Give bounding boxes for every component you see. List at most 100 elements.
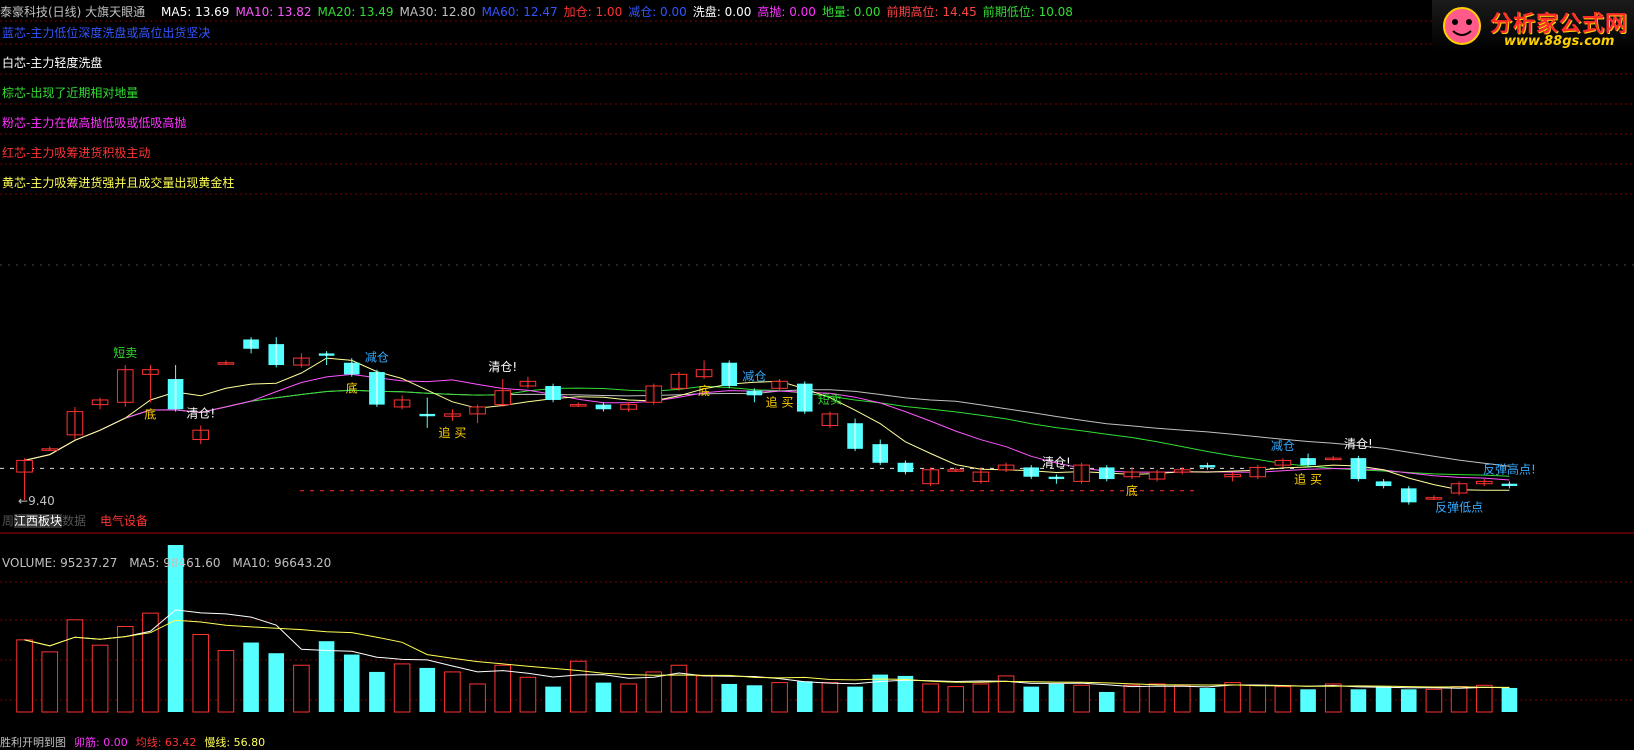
volume-bar [1324, 683, 1342, 713]
volume-bar [293, 664, 310, 713]
header-indicator: MA5: 13.69 [161, 5, 230, 19]
header-indicator: 洗盘: 0.00 [692, 5, 752, 19]
candle-core [904, 462, 907, 473]
header-indicator: MA20: 13.49 [317, 5, 394, 19]
candle-core [1332, 458, 1335, 460]
volume-bar [469, 683, 486, 713]
candle-core [753, 390, 756, 396]
chart-annotation: 追 买 [766, 395, 794, 410]
volume-bar [268, 653, 285, 712]
volume-ma5: MA5: 98461.60 [129, 556, 221, 570]
candle-core [476, 406, 479, 414]
chart-annotation: 减仓 [1271, 439, 1295, 453]
candle-core [1105, 467, 1108, 480]
logo-url: www.88gs.com [1504, 34, 1615, 49]
volume-bar [1501, 687, 1518, 712]
volume-bar [746, 685, 763, 712]
header-indicator: 加仓: 1.00 [563, 5, 623, 19]
chart-annotation: 追 买 [439, 425, 467, 440]
volume-bar [192, 634, 210, 713]
chart-annotation: 反弹高点! [1483, 461, 1536, 476]
sector-label-b[interactable]: 电气设备 [100, 512, 148, 529]
volume-bar [1300, 689, 1316, 712]
volume-bar [1375, 686, 1392, 712]
candle-core [803, 383, 806, 412]
volume-bar [369, 671, 385, 712]
bottom-indicator: 均线: 63.42 [135, 736, 197, 749]
chart-annotation: 底 [346, 381, 358, 396]
header-indicator: 减仓: 0.00 [628, 5, 687, 19]
candle-core [174, 379, 177, 410]
volume-bar [444, 671, 461, 713]
volume-bar [519, 676, 537, 713]
chart-annotation: 反弹低点 [1435, 500, 1483, 514]
legend-line: 蓝芯-主力低位深度洗盘或高位出货坚决 [2, 26, 211, 40]
volume-bar [1023, 686, 1040, 712]
candle-core [250, 339, 253, 349]
volume-bar [1400, 689, 1417, 712]
candle-core [979, 472, 982, 482]
candle-core [1508, 483, 1511, 487]
site-logo: 分析家公式网 www.88gs.com [1432, 0, 1634, 52]
candle-core [1281, 460, 1284, 466]
volume-bar [243, 642, 259, 712]
candle-core [1005, 465, 1008, 470]
candle-core [1130, 472, 1133, 477]
candle-core [124, 369, 127, 403]
chart-annotation: 清仓! [1042, 455, 1071, 469]
volume-bar [1350, 689, 1367, 712]
volume-bar [1274, 686, 1292, 713]
volume-ma10: MA10: 96643.20 [232, 556, 332, 570]
volume-bar [947, 686, 965, 713]
legend-line: 红芯-主力吸筹进货积极主动 [2, 146, 151, 160]
volume-bar [1199, 687, 1216, 712]
candle-core [1206, 465, 1209, 468]
volume-bar [217, 650, 235, 713]
chart-annotation: 底 [144, 406, 156, 421]
candle-core [48, 448, 51, 451]
candle-core [501, 390, 504, 405]
legend-line: 白芯-主力轻度洗盘 [2, 56, 103, 70]
candle-core [929, 469, 932, 484]
candle-core [778, 381, 781, 389]
low-price-label: ←9.40 [18, 494, 55, 508]
volume-bar [142, 612, 159, 713]
candle-core [1407, 488, 1410, 503]
sector-a-name[interactable]: 江西板块 [14, 514, 63, 528]
candle-core [1030, 467, 1033, 477]
candle-core [1055, 476, 1058, 480]
candle-core [1231, 474, 1234, 477]
candle-core [1483, 481, 1486, 484]
candle-core [1256, 467, 1259, 477]
candle-core [602, 404, 605, 410]
volume-bar [66, 619, 84, 713]
chart-annotation: 底 [1126, 483, 1138, 498]
legend-line: 黄芯-主力吸筹进货强并且成交量出现黄金柱 [2, 176, 235, 190]
header-indicator: 前期低位: 10.08 [982, 5, 1073, 19]
volume-bar [1073, 684, 1090, 713]
sector-label-a[interactable]: 周江西板块数据 [2, 512, 86, 529]
kline-chart[interactable]: 短卖清仓!底减仓底追 买清仓!减仓短卖底追 买清仓!底减仓追 买清仓!反弹高点!… [0, 0, 1634, 748]
volume-bar [897, 675, 914, 712]
sector-a-suffix: 数据 [62, 514, 87, 528]
volume-bar [343, 654, 360, 712]
volume-bar [16, 639, 33, 713]
chart-annotation: 清仓! [488, 360, 517, 374]
candle-core [879, 444, 882, 463]
volume-bar [494, 664, 512, 713]
volume-bar [595, 682, 612, 712]
candle-core [652, 385, 655, 403]
chart-annotation: 短卖 [113, 346, 137, 360]
volume-bar [318, 641, 335, 712]
volume-bar [1224, 682, 1241, 713]
bottom-indicator: 卯筋: 0.00 [74, 736, 128, 749]
candle-core [526, 381, 529, 386]
candle-core [854, 423, 857, 449]
volume-header: VOLUME: 95237.27 MA5: 98461.60 MA10: 966… [2, 556, 339, 570]
volume-bar [1249, 684, 1267, 713]
chart-annotation: 清仓! [1344, 437, 1373, 451]
legend-line: 粉芯-主力在做高抛低吸或低吸高抛 [2, 116, 187, 130]
candle-core [375, 372, 378, 405]
header-indicator: MA10: 13.82 [235, 5, 312, 19]
chart-annotation: 清仓! [186, 407, 215, 421]
